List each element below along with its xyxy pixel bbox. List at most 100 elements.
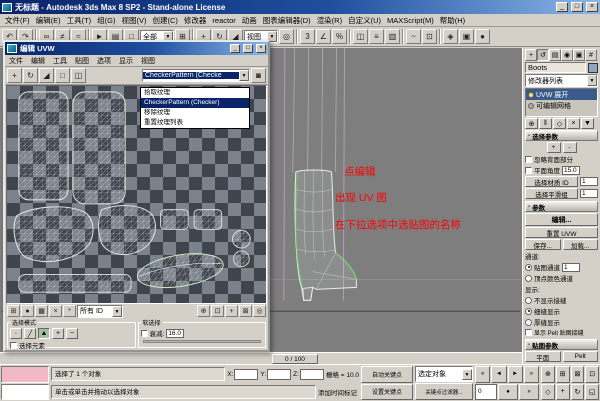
- key-mode-dropdown[interactable]: 选定对象 ▼: [415, 366, 473, 382]
- absolute-offset-toggle-icon[interactable]: ⊞: [7, 305, 20, 317]
- y-coordinate-field[interactable]: [267, 369, 291, 380]
- falloff-field[interactable]: 16.0: [166, 329, 184, 338]
- map-channel-radio[interactable]: [525, 264, 532, 271]
- listener-script-row[interactable]: [1, 384, 49, 401]
- go-to-end-icon[interactable]: »: [519, 384, 539, 401]
- quick-render-icon[interactable]: ●: [475, 29, 490, 44]
- rollout-header[interactable]: - 贴图参数: [525, 339, 598, 350]
- field-of-view-icon[interactable]: ◇: [541, 384, 555, 401]
- show-end-result-icon[interactable]: ‖: [539, 118, 552, 129]
- freeze-selected-icon[interactable]: *: [63, 305, 76, 317]
- uvw-title-bar[interactable]: 编辑 UVW _ □ ×: [5, 42, 268, 55]
- uvw-menu-options[interactable]: 选项: [93, 56, 115, 66]
- next-frame-icon[interactable]: »: [524, 366, 539, 383]
- smoothing-group-field[interactable]: 1: [580, 189, 598, 198]
- snaps-toggle-icon[interactable]: 3: [300, 29, 315, 44]
- visibility-bulb-icon[interactable]: [528, 103, 534, 109]
- uvw-zoom-icon[interactable]: ⊕: [197, 305, 210, 317]
- planar-map-button[interactable]: 平面: [525, 351, 561, 362]
- ignore-backfacing-checkbox[interactable]: [525, 156, 532, 163]
- menu-modifiers[interactable]: 修改器: [181, 14, 210, 27]
- track-bar[interactable]: 0 / 100: [0, 352, 522, 364]
- align-icon[interactable]: ≡: [369, 29, 384, 44]
- menu-rendering[interactable]: 渲染(R): [314, 14, 345, 27]
- show-map-toggle-icon[interactable]: ◙: [251, 68, 266, 83]
- uvw-menu-file[interactable]: 文件: [5, 56, 27, 66]
- uvw-freeform-icon[interactable]: □: [55, 68, 70, 83]
- all-ids-dropdown[interactable]: 所有 ID ▼: [77, 305, 123, 318]
- texture-list-combo[interactable]: CheckerPattern (Checke ▼: [142, 69, 250, 82]
- uvw-move-icon[interactable]: +: [7, 68, 22, 83]
- vertex-mode-icon[interactable]: ∙: [10, 328, 22, 339]
- layer-manager-icon[interactable]: ▥: [385, 29, 400, 44]
- key-filters-button[interactable]: 关键点过滤器...: [415, 383, 473, 400]
- uvw-zoom-selected-icon[interactable]: ◎: [253, 305, 266, 317]
- filter-selected-faces-icon[interactable]: ▦: [35, 305, 48, 317]
- maximize-button[interactable]: □: [243, 44, 253, 53]
- thick-seams-radio[interactable]: [525, 319, 532, 326]
- edge-mode-icon[interactable]: ╱: [24, 328, 36, 339]
- min-max-toggle-icon[interactable]: ◱: [585, 384, 599, 401]
- chevron-down-icon[interactable]: ▼: [112, 306, 122, 317]
- uvw-menu-tools[interactable]: 工具: [49, 56, 71, 66]
- mirror-icon[interactable]: ◫: [353, 29, 368, 44]
- make-unique-icon[interactable]: ◇: [553, 118, 566, 129]
- menu-group[interactable]: 组(G): [94, 14, 118, 27]
- create-tab-icon[interactable]: +: [525, 49, 537, 61]
- auto-key-button[interactable]: 自动关键点: [361, 366, 413, 383]
- object-name-field[interactable]: Boots: [525, 62, 586, 73]
- utilities-tab-icon[interactable]: #: [585, 49, 597, 61]
- set-key-button[interactable]: 设置关键点: [361, 384, 413, 401]
- motion-tab-icon[interactable]: ◉: [561, 49, 573, 61]
- zoom-extents-all-icon[interactable]: ⊡: [585, 366, 599, 383]
- expand-selection-button[interactable]: +: [547, 142, 561, 153]
- time-slider-thumb[interactable]: 0 / 100: [272, 354, 318, 364]
- uvw-zoom-extents-icon[interactable]: ⊠: [239, 305, 252, 317]
- remove-modifier-icon[interactable]: ×: [567, 118, 580, 129]
- thin-seams-radio[interactable]: [525, 308, 532, 315]
- minimize-button[interactable]: _: [556, 2, 568, 12]
- hide-selected-icon[interactable]: ×: [49, 305, 62, 317]
- uvw-mirror-icon[interactable]: ◫: [71, 68, 86, 83]
- load-uvw-button[interactable]: 加载...: [563, 239, 599, 250]
- dropdown-item-pick-texture[interactable]: 拾取纹理: [141, 88, 249, 98]
- chevron-down-icon[interactable]: ▼: [587, 75, 597, 86]
- visibility-bulb-icon[interactable]: [528, 92, 534, 98]
- stack-item-editable-mesh[interactable]: 可编辑网格: [526, 100, 597, 111]
- curve-editor-icon[interactable]: ~: [406, 29, 421, 44]
- zoom-all-icon[interactable]: ⊞: [556, 366, 570, 383]
- modify-tab-icon[interactable]: ↺: [537, 49, 549, 61]
- modifier-list-dropdown[interactable]: 修改器列表 ▼: [525, 74, 598, 87]
- menu-views[interactable]: 视图(V): [119, 14, 150, 27]
- percent-snap-icon[interactable]: %: [332, 29, 347, 44]
- play-icon[interactable]: ►: [508, 366, 523, 383]
- menu-graph-editors[interactable]: 图表编辑器(D): [260, 14, 314, 27]
- soft-selection-checkbox[interactable]: [141, 330, 148, 337]
- rollout-header[interactable]: - 参数: [525, 201, 598, 212]
- lock-selection-icon[interactable]: ●: [21, 305, 34, 317]
- minimize-button[interactable]: _: [230, 44, 240, 53]
- save-uvw-button[interactable]: 保存...: [525, 239, 561, 250]
- uvw-menu-edit[interactable]: 编辑: [27, 56, 49, 66]
- menu-file[interactable]: 文件(F): [2, 14, 33, 27]
- listener-macro-row[interactable]: [1, 366, 49, 383]
- uv-canvas[interactable]: 拾取纹理 CheckerPattern (Checker) 移除纹理 重置纹理列…: [6, 85, 267, 304]
- z-coordinate-field[interactable]: [300, 369, 324, 380]
- close-button[interactable]: ×: [586, 2, 598, 12]
- current-time-field[interactable]: 0: [475, 384, 497, 401]
- configure-modifier-sets-icon[interactable]: ▼: [581, 118, 594, 129]
- arc-rotate-icon[interactable]: ↻: [571, 384, 585, 401]
- schematic-view-icon[interactable]: ⊡: [422, 29, 437, 44]
- dropdown-item-checker-pattern[interactable]: CheckerPattern (Checker): [141, 98, 249, 108]
- shrink-selection-button[interactable]: -: [563, 142, 577, 153]
- chevron-down-icon[interactable]: ▼: [462, 369, 472, 380]
- menu-maxscript[interactable]: MAXScript(M): [384, 15, 437, 26]
- show-pelt-seams-checkbox[interactable]: [525, 329, 532, 336]
- stack-item-unwrap-uvw[interactable]: UVW 展开: [526, 89, 597, 100]
- dropdown-item-remove-texture[interactable]: 移除纹理: [141, 108, 249, 118]
- select-smoothing-group-button[interactable]: 选择平滑组: [525, 188, 578, 199]
- maximize-button[interactable]: □: [571, 2, 583, 12]
- uvw-zoom-region-icon[interactable]: ⊡: [211, 305, 224, 317]
- pan-icon[interactable]: +: [556, 384, 570, 401]
- menu-edit[interactable]: 编辑(E): [33, 14, 64, 27]
